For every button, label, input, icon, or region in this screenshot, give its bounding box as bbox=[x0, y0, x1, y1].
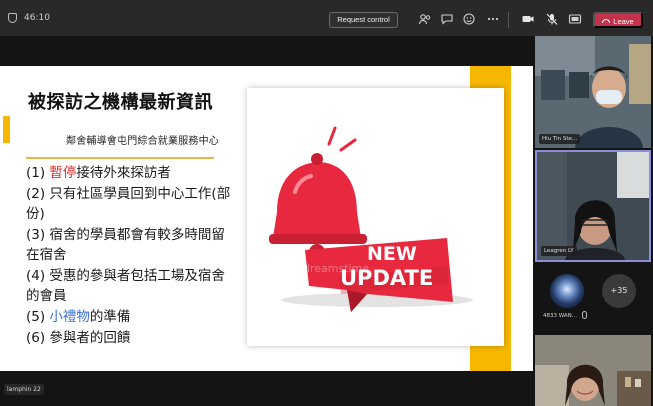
item-text: 參與者的回饋 bbox=[49, 330, 131, 346]
leave-button[interactable]: Leave bbox=[593, 12, 643, 28]
slide-divider bbox=[26, 157, 214, 159]
item-text: 接待外來探訪者 bbox=[76, 165, 171, 181]
presentation-slide: 被探訪之機構最新資訊 鄰舍輔導會屯門綜合就業服務中心 (1) 暫停接待外來探訪者… bbox=[0, 66, 533, 371]
participant-video-tile[interactable]: Hiu Tin Ste... bbox=[535, 36, 651, 148]
item-text: 宿舍的學員都會有較多時間留在宿舍 bbox=[26, 227, 225, 263]
list-item: (5) 小禮物的準備 bbox=[26, 307, 236, 327]
new-update-illustration: NEW UPDATE dreamstime bbox=[269, 126, 473, 312]
people-icon[interactable] bbox=[418, 12, 432, 26]
participant-avatar-name: 4833 WAN... bbox=[543, 313, 578, 319]
item-text: 的準備 bbox=[89, 309, 131, 325]
list-item: (1) 暫停接待外來探訪者 bbox=[26, 163, 236, 183]
list-item: (2) 只有社區學員回到中心工作(部份) bbox=[26, 184, 236, 224]
slide-bullet-list: (1) 暫停接待外來探訪者 (2) 只有社區學員回到中心工作(部份) (3) 宿… bbox=[26, 163, 236, 349]
list-item: (3) 宿舍的學員都會有較多時間留在宿舍 bbox=[26, 225, 236, 265]
participant-name-label: Leagren LY bbox=[541, 246, 577, 256]
leave-label: Leave bbox=[613, 17, 634, 26]
watermark-text: dreamstime bbox=[303, 262, 369, 275]
item-highlight: 暫停 bbox=[49, 165, 77, 181]
slide-title: 被探訪之機構最新資訊 bbox=[28, 92, 213, 113]
toolbar-divider bbox=[508, 12, 509, 28]
item-highlight: 小禮物 bbox=[49, 309, 90, 325]
item-number: (1) bbox=[26, 165, 50, 181]
item-text: 受惠的參與者包括工場及宿舍的會員 bbox=[26, 268, 225, 304]
share-screen-icon[interactable] bbox=[568, 12, 582, 26]
participant-name-label: Hiu Tin Ste... bbox=[539, 134, 581, 144]
teams-meeting-window: 46:10 Request control Leave 被探訪之機構最新資訊 鄰… bbox=[0, 0, 653, 406]
item-number: (2) bbox=[26, 186, 50, 202]
item-number: (3) bbox=[26, 227, 50, 243]
new-update-graphic: NEW UPDATE dreamstime bbox=[247, 88, 504, 346]
more-participants-button[interactable]: +35 bbox=[602, 274, 636, 308]
camera-icon[interactable] bbox=[521, 12, 535, 26]
participant-video-tile-active[interactable]: Leagren LY bbox=[535, 150, 651, 262]
item-number: (5) bbox=[26, 309, 50, 325]
shared-screen-area: 被探訪之機構最新資訊 鄰舍輔導會屯門綜合就業服務中心 (1) 暫停接待外來探訪者… bbox=[0, 36, 533, 406]
item-number: (6) bbox=[26, 330, 50, 346]
item-text: 只有社區學員回到中心工作(部份) bbox=[26, 186, 231, 222]
list-item: (4) 受惠的參與者包括工場及宿舍的會員 bbox=[26, 266, 236, 306]
meeting-timer: 46:10 bbox=[24, 13, 50, 23]
phone-icon bbox=[602, 19, 611, 23]
item-number: (4) bbox=[26, 268, 50, 284]
participant-video-tile[interactable] bbox=[535, 335, 651, 406]
slide-organization: 鄰舍輔導會屯門綜合就業服務中心 bbox=[66, 136, 219, 147]
presenter-name-label: lamphin 22 bbox=[4, 384, 44, 395]
badge-new-text: NEW bbox=[367, 243, 417, 265]
participant-avatars: +35 4833 WAN... bbox=[533, 265, 653, 319]
chat-icon[interactable] bbox=[440, 12, 454, 26]
participant-video bbox=[537, 152, 649, 260]
participant-video bbox=[535, 36, 651, 148]
request-control-button[interactable]: Request control bbox=[329, 12, 398, 28]
mic-icon bbox=[582, 311, 587, 319]
list-item: (6) 參與者的回饋 bbox=[26, 328, 236, 348]
participant-strip: Hiu Tin Ste... Leagren LY bbox=[533, 36, 653, 406]
bell-icon bbox=[269, 153, 367, 260]
participant-avatar[interactable] bbox=[550, 274, 584, 308]
reactions-icon[interactable] bbox=[462, 12, 476, 26]
meeting-toolbar: 46:10 Request control Leave bbox=[0, 0, 653, 36]
mic-muted-icon[interactable] bbox=[545, 12, 559, 26]
more-options-icon[interactable] bbox=[486, 12, 500, 26]
slide-accent-bar-left bbox=[3, 116, 10, 143]
participant-video bbox=[535, 335, 651, 406]
shield-icon bbox=[8, 13, 17, 23]
